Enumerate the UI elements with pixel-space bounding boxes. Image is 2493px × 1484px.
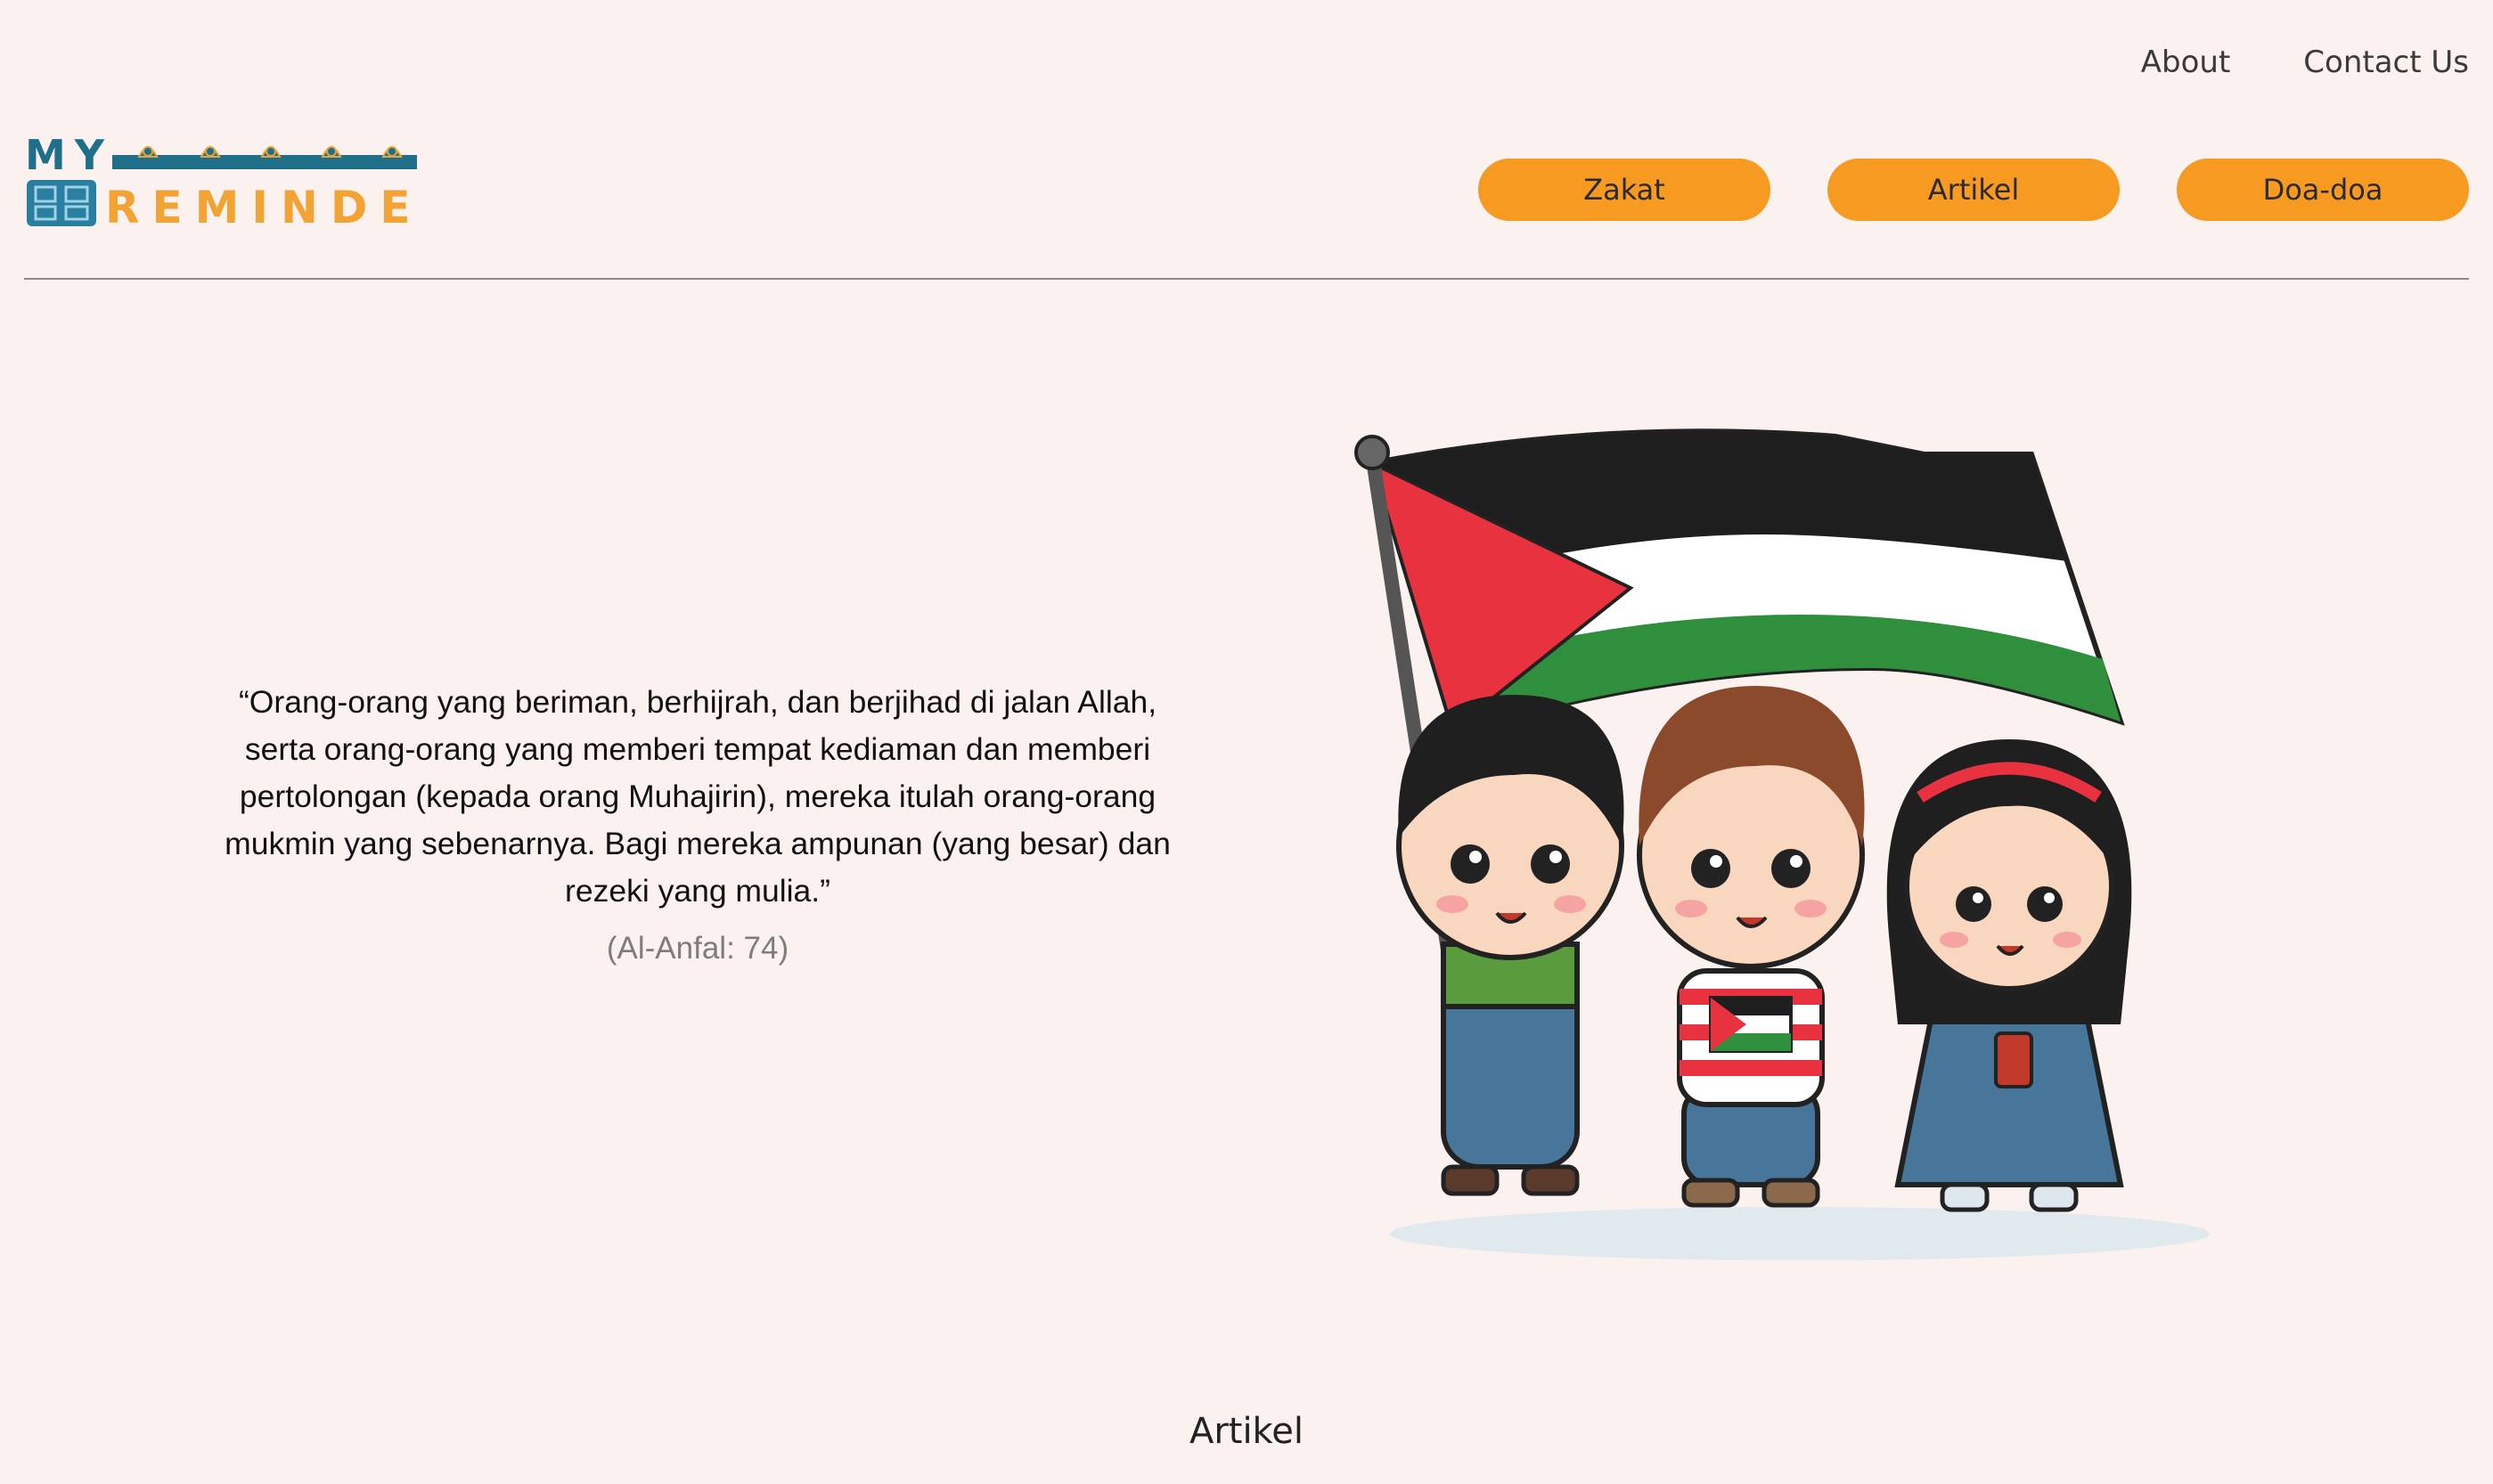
artikel-section-title: Artikel (1189, 1411, 1304, 1452)
about-link[interactable]: About (2141, 45, 2231, 80)
quote-block: “Orang-orang yang beriman, berhijrah, da… (223, 679, 1173, 966)
main-nav: Zakat Artikel Doa-doa (1478, 159, 2469, 221)
page: About Contact Us MY REMINDER Zakat Artik… (0, 0, 2493, 1484)
top-links: About Contact Us (2141, 45, 2469, 80)
children-flag-illustration (1354, 428, 2210, 1260)
contact-us-link[interactable]: Contact Us (2303, 45, 2469, 80)
nav-doa-doa-button[interactable]: Doa-doa (2177, 159, 2469, 221)
header-divider (24, 278, 2469, 280)
quote-source: (Al-Anfal: 74) (606, 931, 789, 966)
svg-text:MY: MY (25, 132, 113, 179)
nav-artikel-button[interactable]: Artikel (1827, 159, 2120, 221)
quote-text: “Orang-orang yang beriman, berhijrah, da… (225, 684, 1171, 909)
my-reminder-logo[interactable]: MY REMINDER (25, 132, 426, 230)
svg-text:REMINDER: REMINDER (105, 182, 426, 230)
nav-zakat-button[interactable]: Zakat (1478, 159, 1770, 221)
